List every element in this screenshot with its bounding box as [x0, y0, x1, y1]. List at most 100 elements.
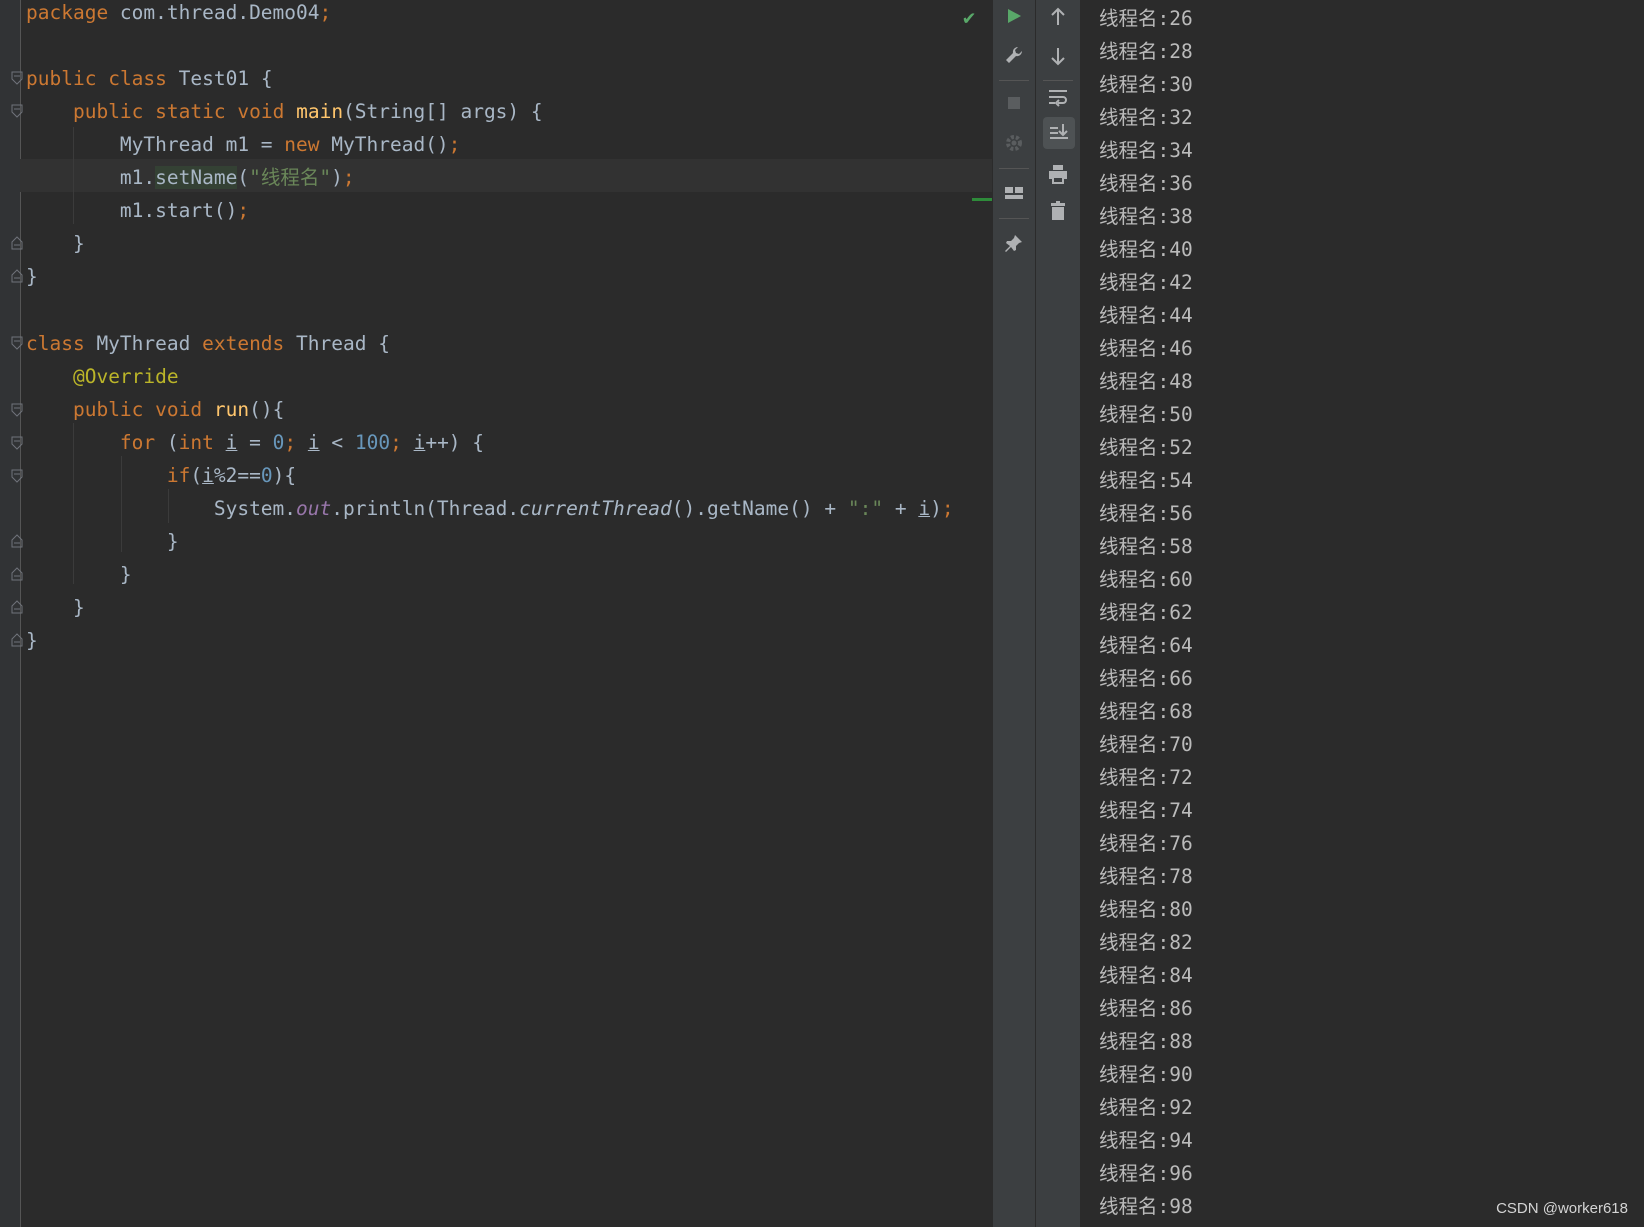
fold-open-icon[interactable] — [11, 103, 23, 119]
fold-open-icon[interactable] — [11, 402, 23, 418]
code-line: m1.setName("线程名"); — [26, 161, 355, 194]
console-line: 线程名:52 — [1099, 436, 1193, 459]
console-line: 线程名:30 — [1099, 73, 1193, 96]
code-line: MyThread m1 = new MyThread(); — [26, 128, 461, 161]
code-token: System. — [213, 497, 297, 520]
code-token: m1. — [119, 166, 156, 189]
toolbar-divider — [999, 168, 1029, 169]
console-line: 线程名:42 — [1099, 271, 1193, 294]
code-token: new — [284, 133, 320, 156]
code-token: } — [119, 563, 132, 586]
code-token: setName — [155, 166, 238, 189]
code-line: } — [26, 227, 85, 260]
scroll-to-end-icon[interactable] — [1043, 117, 1075, 149]
code-line: public class Test01 { — [26, 62, 273, 95]
code-line: public void run(){ — [26, 393, 284, 426]
console-line: 线程名:98 — [1099, 1195, 1193, 1218]
code-token: class — [26, 332, 85, 355]
console-line: 线程名:76 — [1099, 832, 1193, 855]
fold-close-icon[interactable] — [11, 533, 23, 549]
code-token: } — [72, 596, 85, 619]
code-token: ) — [331, 166, 343, 189]
console-line: 线程名:84 — [1099, 964, 1193, 987]
settings-gear-icon[interactable] — [999, 128, 1029, 158]
fold-close-icon[interactable] — [11, 632, 23, 648]
code-token: ; — [941, 497, 954, 520]
console-line: 线程名:62 — [1099, 601, 1193, 624]
code-line: System.out.println(Thread.currentThread(… — [26, 492, 954, 525]
code-token: } — [166, 530, 179, 553]
code-token: static — [155, 100, 226, 123]
wrench-icon[interactable] — [999, 40, 1029, 70]
console-line: 线程名:68 — [1099, 700, 1193, 723]
code-token: if — [166, 464, 191, 487]
code-line: @Override — [26, 360, 179, 393]
fold-close-icon[interactable] — [11, 599, 23, 615]
code-token: %2== — [213, 464, 261, 487]
code-token: ; — [342, 166, 355, 189]
console-line: 线程名:70 — [1099, 733, 1193, 756]
code-token: Thread { — [284, 332, 390, 355]
trash-icon[interactable] — [1043, 196, 1073, 226]
down-arrow-icon[interactable] — [1043, 41, 1073, 71]
code-token: .println(Thread. — [331, 497, 520, 520]
code-token: ( — [237, 166, 250, 189]
watermark: CSDN @worker618 — [1496, 1200, 1628, 1217]
run-toolbar-right — [1036, 0, 1081, 1227]
code-token: ; — [319, 1, 332, 24]
run-icon[interactable] — [999, 1, 1029, 31]
console-line: 线程名:54 — [1099, 469, 1193, 492]
fold-open-icon[interactable] — [11, 468, 23, 484]
code-token: + — [883, 497, 919, 520]
console-line: 线程名:82 — [1099, 931, 1193, 954]
code-token: i — [413, 431, 426, 454]
toolbar-divider — [999, 218, 1029, 219]
code-token: ; — [390, 431, 402, 454]
console-line: 线程名:92 — [1099, 1096, 1193, 1119]
code-editor[interactable]: ✔ package com.thread.Demo04; public clas… — [0, 0, 992, 1227]
code-token: for — [119, 431, 156, 454]
code-token: public — [26, 67, 97, 90]
console-line: 线程名:96 — [1099, 1162, 1193, 1185]
console-line: 线程名:40 — [1099, 238, 1193, 261]
fold-close-icon[interactable] — [11, 235, 23, 251]
code-line: } — [26, 591, 85, 624]
code-token: } — [26, 629, 38, 652]
console-line: 线程名:80 — [1099, 898, 1193, 921]
console-line: 线程名:36 — [1099, 172, 1193, 195]
fold-close-icon[interactable] — [11, 566, 23, 582]
layout-icon[interactable] — [999, 178, 1029, 208]
console-line: 线程名:86 — [1099, 997, 1193, 1020]
console-line: 线程名:90 — [1099, 1063, 1193, 1086]
fold-close-icon[interactable] — [11, 268, 23, 284]
up-arrow-icon[interactable] — [1043, 2, 1073, 32]
console-line: 线程名:94 — [1099, 1129, 1193, 1152]
change-marker[interactable] — [972, 198, 992, 201]
code-token: < — [319, 431, 355, 454]
code-token: ":" — [847, 497, 884, 520]
console-line: 线程名:74 — [1099, 799, 1193, 822]
code-token: run — [213, 398, 250, 421]
fold-open-icon[interactable] — [11, 435, 23, 451]
no-errors-check-icon[interactable]: ✔ — [963, 5, 975, 29]
code-token: i — [918, 497, 931, 520]
run-console[interactable]: 线程名:26 线程名:28 线程名:30 线程名:32 线程名:34 线程名:36 线程名:… — [1081, 0, 1644, 1227]
code-line: m1.start(); — [26, 194, 249, 227]
toolbar-divider — [999, 80, 1029, 81]
code-token: package — [26, 1, 109, 24]
code-token: i — [225, 431, 238, 454]
console-line: 线程名:66 — [1099, 667, 1193, 690]
stop-icon[interactable] — [999, 88, 1029, 118]
fold-open-icon[interactable] — [11, 70, 23, 86]
soft-wrap-icon[interactable] — [1043, 82, 1073, 112]
console-line: 线程名:50 — [1099, 403, 1193, 426]
code-token: ; — [284, 431, 297, 454]
code-line: public static void main(String[] args) { — [26, 95, 543, 128]
code-token: class — [108, 67, 167, 90]
print-icon[interactable] — [1043, 159, 1073, 189]
pin-icon[interactable] — [999, 228, 1029, 258]
console-line: 线程名:78 — [1099, 865, 1193, 888]
fold-open-icon[interactable] — [11, 335, 23, 351]
run-toolbar-left — [993, 0, 1036, 1227]
code-token: ( — [190, 464, 203, 487]
